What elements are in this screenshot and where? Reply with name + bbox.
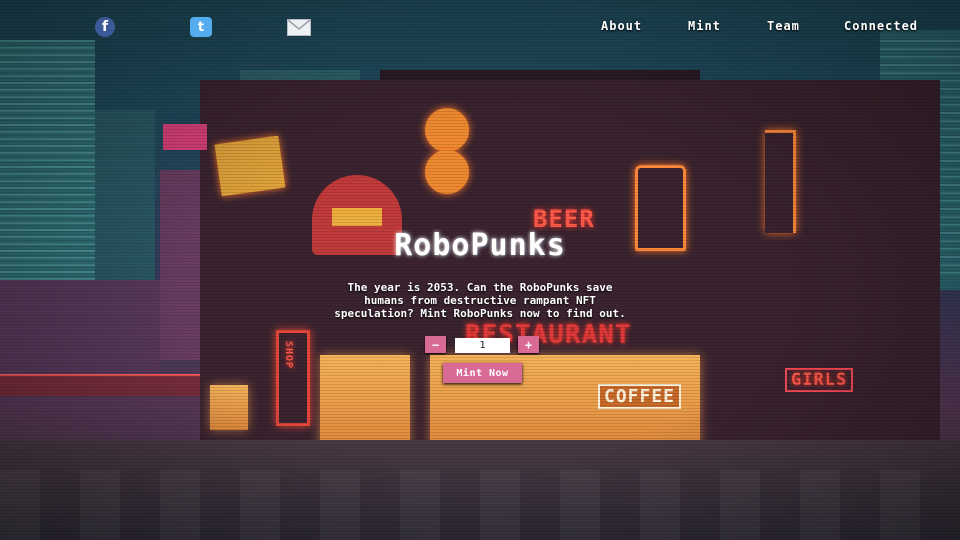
elevated-bridge — [0, 374, 210, 396]
facebook-glyph: f — [101, 19, 109, 35]
nav-team-link[interactable]: Team — [767, 19, 800, 35]
envelope-shape — [287, 19, 311, 36]
background-scene: SHOP BEER RESTAURANT GIRLS COFFEE — [0, 0, 960, 540]
mint-now-button[interactable]: Mint Now — [443, 363, 522, 383]
robot-visor — [332, 208, 382, 226]
decrement-button[interactable]: − — [425, 336, 446, 353]
girls-sign-text: GIRLS — [785, 368, 854, 392]
twitter-glyph: t — [197, 19, 205, 35]
quantity-input[interactable] — [455, 338, 510, 353]
shop-sign-text: SHOP — [283, 341, 294, 370]
facebook-icon[interactable]: f — [95, 17, 115, 37]
neon-yellow-sign — [214, 135, 286, 197]
hero-description: The year is 2053. Can the RoboPunks save… — [334, 281, 626, 320]
neon-hook-sign — [765, 130, 796, 233]
neon-circle-sign — [425, 150, 469, 194]
nav-connected-link[interactable]: Connected — [844, 19, 918, 35]
mail-icon[interactable] — [287, 19, 311, 36]
nav-about-link[interactable]: About — [601, 19, 642, 35]
nav-mint-link[interactable]: Mint — [688, 19, 721, 35]
neon-pink-sign — [163, 124, 207, 150]
street-markings — [0, 470, 960, 540]
page-title: RoboPunks — [394, 228, 566, 263]
increment-button[interactable]: + — [518, 336, 539, 353]
twitter-icon[interactable]: t — [190, 17, 212, 37]
shop-window — [320, 355, 410, 445]
neon-shop-sign: SHOP — [276, 330, 310, 426]
side-window — [210, 385, 248, 430]
neon-circle-sign — [425, 108, 469, 152]
coffee-sign-text: COFFEE — [598, 384, 682, 409]
